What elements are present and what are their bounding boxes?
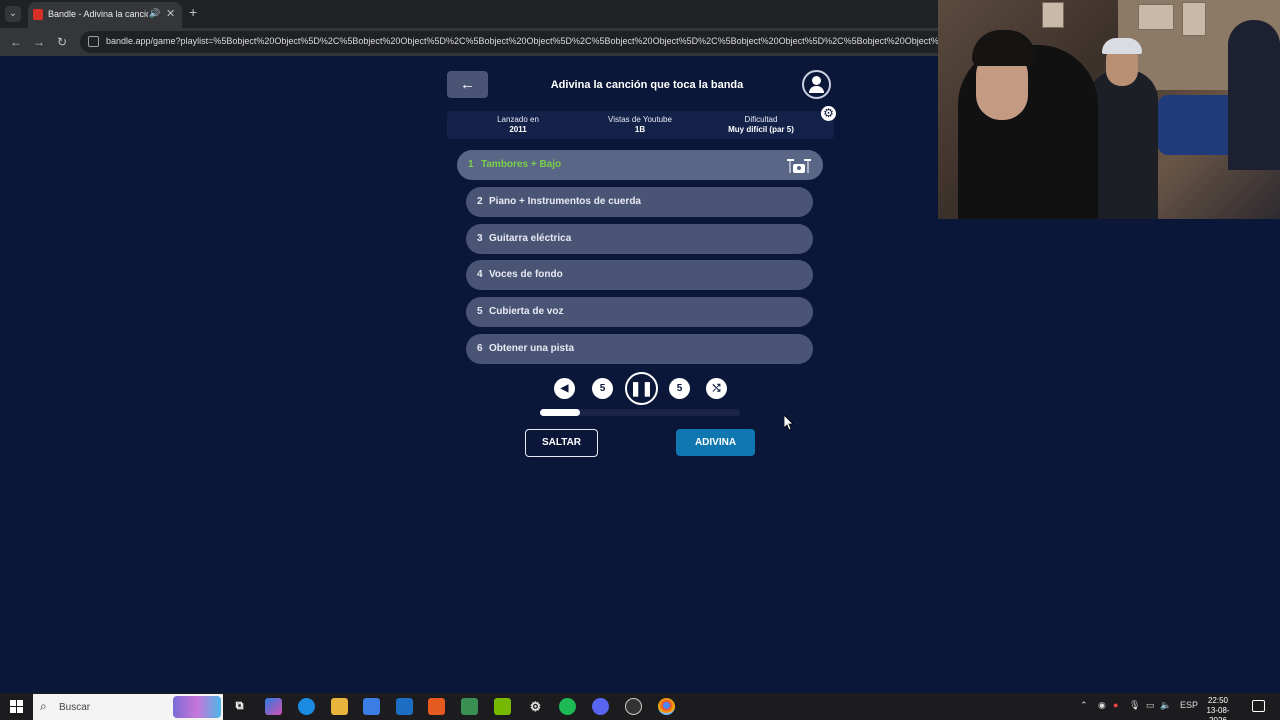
track-number: 3 (477, 233, 483, 244)
person-right (1228, 20, 1280, 170)
track-number: 5 (477, 306, 483, 317)
track-item-6-hint[interactable]: 6 Obtener una pista (466, 334, 813, 364)
spotify-icon[interactable] (559, 698, 576, 715)
tab-audio-icon[interactable]: 🔊 (149, 8, 160, 19)
language-indicator[interactable]: ESP (1180, 700, 1198, 710)
person-middle-cap (1102, 38, 1142, 54)
edge-icon[interactable] (298, 698, 315, 715)
browser-tab-bandle[interactable]: Bandle - Adivina la canción... 🔊 ✕ (28, 2, 182, 28)
windows-taskbar: ⌕ Buscar ⧉ ⚙ ⌃ ◉ ● 🎙 ▭ 🔈 ESP 22:50 13-08… (0, 693, 1280, 720)
track-item-1[interactable]: 1 Tambores + Bajo (457, 150, 823, 180)
track-item-4[interactable]: 4 Voces de fondo (466, 260, 813, 290)
youtube-views-label: Vistas de Youtube (608, 115, 672, 124)
mouse-cursor-icon (784, 415, 794, 431)
tab-title: Bandle - Adivina la canción... (48, 9, 148, 19)
rewind-5-icon[interactable]: 5 (592, 378, 613, 399)
obs-icon[interactable] (625, 698, 642, 715)
shuffle-off-icon[interactable]: ⤭ (706, 378, 727, 399)
search-icon: ⌕ (40, 699, 47, 713)
track-number: 2 (477, 196, 483, 207)
reload-icon[interactable]: ↻ (57, 35, 67, 49)
skip-button[interactable]: SALTAR (525, 429, 598, 457)
site-info-icon[interactable] (88, 36, 99, 47)
task-view-icon[interactable]: ⧉ (231, 698, 248, 715)
game-title: Adivina la canción que toca la banda (550, 79, 744, 91)
file-explorer-icon[interactable] (331, 698, 348, 715)
difficulty-info: Dificultad Muy difícil (par 5) (701, 115, 821, 135)
track-name: Guitarra eléctrica (489, 233, 572, 244)
chrome-icon[interactable] (658, 698, 675, 715)
drum-kit-icon (787, 159, 811, 173)
difficulty-label: Dificultad (744, 115, 778, 124)
tray-app-icon[interactable]: ◉ (1098, 700, 1106, 711)
youtube-views-info: Vistas de Youtube 1B (580, 115, 700, 135)
track-number: 1 (468, 159, 474, 170)
volume-icon[interactable]: ◀ (554, 378, 575, 399)
mail-icon[interactable] (396, 698, 413, 715)
back-arrow-icon[interactable]: ← (10, 35, 22, 49)
track-item-5[interactable]: 5 Cubierta de voz (466, 297, 813, 327)
game-back-button[interactable]: ← (447, 71, 488, 98)
forward-5-icon[interactable]: 5 (669, 378, 690, 399)
track-name: Voces de fondo (489, 269, 563, 280)
tab-close-icon[interactable]: ✕ (166, 7, 175, 20)
nvidia-icon[interactable] (494, 698, 511, 715)
user-head-icon (812, 76, 821, 85)
track-item-3[interactable]: 3 Guitarra eléctrica (466, 224, 813, 254)
wall-poster (1138, 4, 1174, 30)
user-body-icon (809, 86, 824, 93)
playback-progress-bar[interactable] (540, 409, 740, 416)
microsoft-store-icon[interactable] (363, 698, 380, 715)
new-tab-plus-icon[interactable]: + (189, 4, 197, 20)
track-number: 6 (477, 343, 483, 354)
brave-icon[interactable] (428, 698, 445, 715)
track-name: Piano + Instrumentos de cuerda (489, 196, 641, 207)
drum-kit (1158, 95, 1238, 155)
tab-search-chevron-icon[interactable]: ⌄ (5, 6, 21, 22)
windows-start-icon[interactable] (10, 700, 23, 713)
person-left-hair (972, 30, 1036, 66)
youtube-views-value: 1B (634, 125, 646, 134)
playback-controls: ◀ 5 ❚❚ 5 ⤭ (447, 370, 834, 406)
guess-button[interactable]: ADIVINA (676, 429, 755, 456)
settings-icon[interactable]: ⚙ (527, 698, 544, 715)
difficulty-value: Muy difícil (par 5) (728, 125, 794, 134)
search-placeholder: Buscar (59, 702, 91, 713)
url-text: bandle.app/game?playlist=%5Bobject%20Obj… (106, 36, 938, 46)
forward-arrow-icon[interactable]: → (33, 35, 45, 49)
person-middle (1088, 70, 1158, 219)
tray-recording-icon[interactable]: ● (1113, 700, 1118, 710)
taskbar-clock[interactable]: 22:50 13-08-2026 (1198, 696, 1238, 720)
wall-poster (1042, 2, 1064, 28)
user-profile-button[interactable] (802, 70, 831, 99)
wall-poster (1182, 2, 1206, 36)
track-name: Obtener una pista (489, 343, 575, 354)
release-year-label: Lanzado en (497, 115, 539, 124)
release-year-value: 2011 (509, 125, 527, 134)
webcam-overlay (938, 0, 1280, 219)
song-info-bar: Lanzado en 2011 Vistas de Youtube 1B Dif… (447, 111, 834, 139)
arrow-left-icon: ← (460, 76, 475, 93)
speaker-icon[interactable]: 🔈 (1160, 700, 1171, 711)
bandle-favicon-icon (33, 9, 43, 20)
notification-center-icon[interactable] (1252, 700, 1265, 712)
taskbar-search-input[interactable]: ⌕ Buscar (33, 694, 223, 720)
search-highlight-art (173, 696, 221, 718)
copilot-icon[interactable] (265, 698, 282, 715)
track-item-2[interactable]: 2 Piano + Instrumentos de cuerda (466, 187, 813, 217)
discord-icon[interactable] (592, 698, 609, 715)
playback-progress-fill (540, 409, 580, 416)
network-icon[interactable]: ▭ (1146, 700, 1155, 711)
app-icon[interactable] (461, 698, 478, 715)
settings-gear-icon[interactable]: ⚙ (821, 106, 836, 121)
track-name: Tambores + Bajo (481, 159, 562, 170)
microphone-icon[interactable]: 🎙 (1129, 700, 1140, 711)
release-year-info: Lanzado en 2011 (458, 115, 578, 135)
clock-date: 13-08-2026 (1206, 706, 1230, 720)
clock-time: 22:50 (1207, 696, 1229, 705)
track-number: 4 (477, 269, 483, 280)
tray-expand-icon[interactable]: ⌃ (1080, 700, 1088, 711)
track-name: Cubierta de voz (489, 306, 564, 317)
pause-icon[interactable]: ❚❚ (625, 372, 658, 405)
